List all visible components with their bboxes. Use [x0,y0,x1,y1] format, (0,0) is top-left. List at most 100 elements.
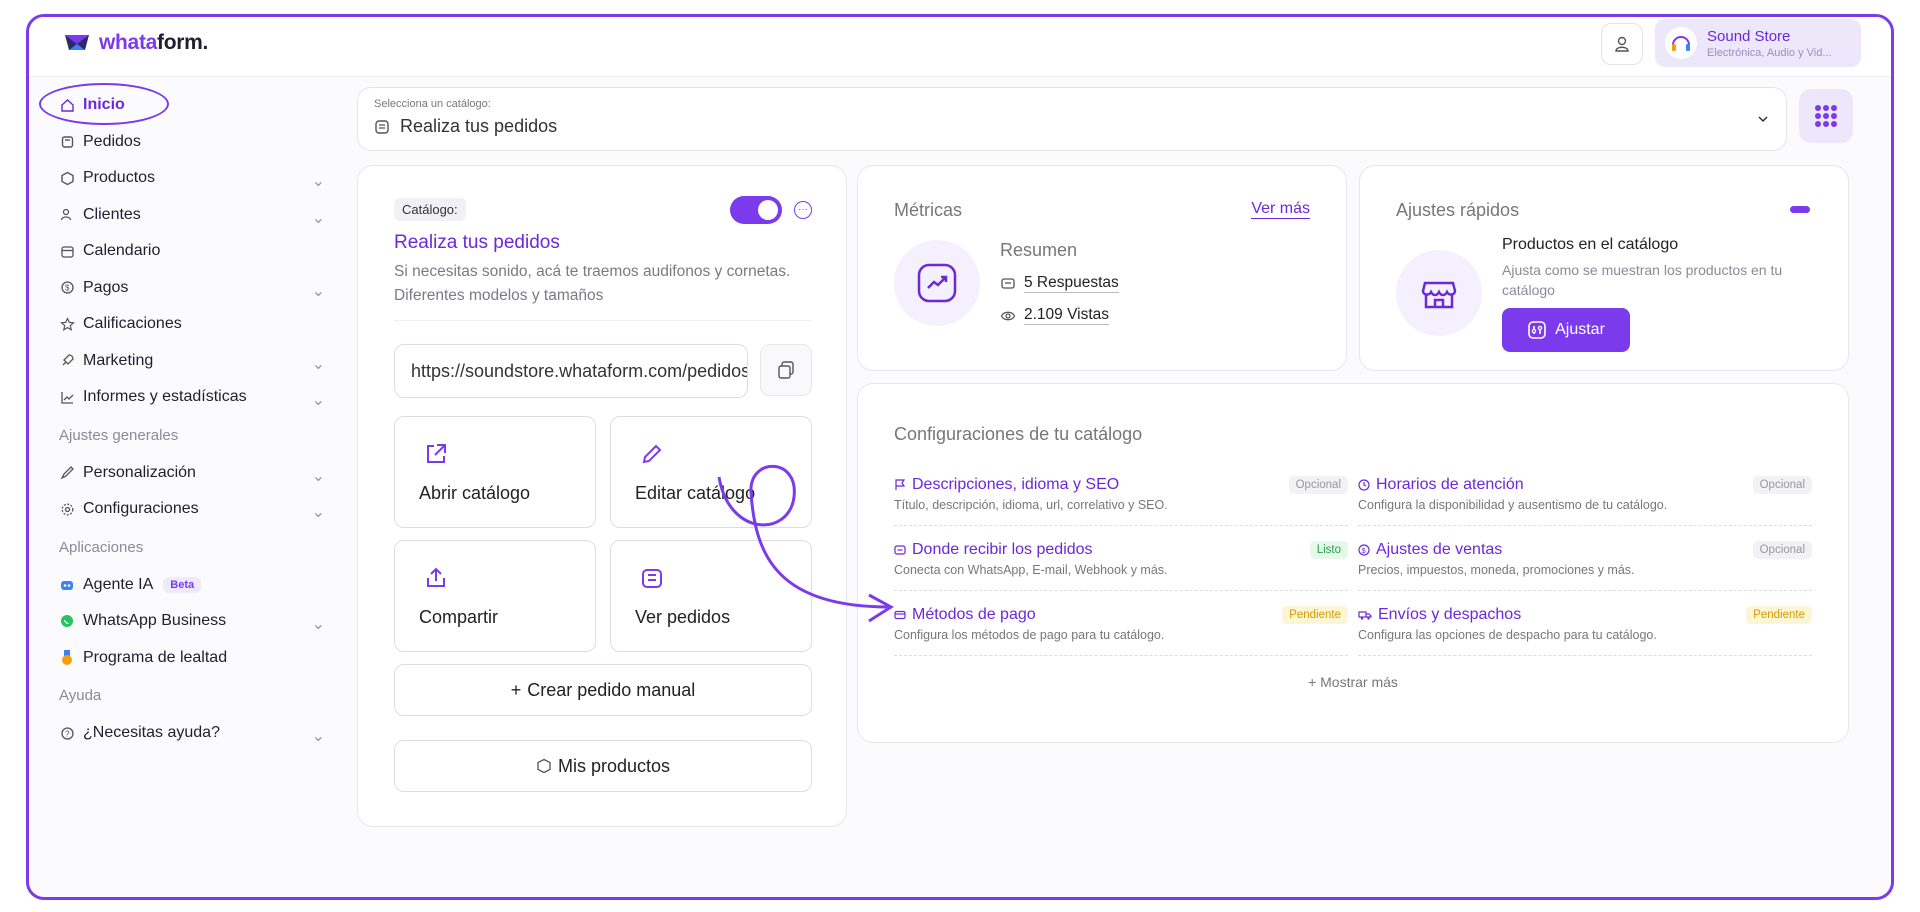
sidebar-item-lealtad[interactable]: Programa de lealtad [59,640,339,677]
bag-icon [59,134,75,150]
whatsapp-icon [59,613,75,629]
config-title: Configuraciones de tu catálogo [894,424,1143,444]
sidebar: Inicio Pedidos Productos ⌄ Clientes ⌄ Ca… [59,87,339,752]
chevron-down-icon[interactable]: ⌄ [312,390,325,410]
quick-item-description: Ajusta como se muestran los productos en… [1502,262,1783,298]
open-catalog-tile[interactable]: Abrir catálogo [394,416,596,528]
config-item-horarios[interactable]: Horarios de atención Configura la dispon… [1358,464,1812,526]
headphones-icon [1672,36,1690,51]
sidebar-item-whatsapp[interactable]: WhatsApp Business ⌄ [59,603,339,640]
summary-label: Resumen [1000,240,1078,260]
sidebar-item-label: Productos [83,169,156,187]
sidebar-item-ayuda[interactable]: ? ¿Necesitas ayuda? ⌄ [59,715,339,752]
chevron-down-icon[interactable]: ⌄ [312,614,325,634]
config-item-recibir[interactable]: Donde recibir los pedidos Conecta con Wh… [894,529,1348,591]
config-item-envios[interactable]: Envíos y despachos Configura las opcione… [1358,594,1812,656]
sidebar-item-informes[interactable]: Informes y estadísticas ⌄ [59,379,339,416]
status-badge: Pendiente [1282,606,1348,624]
sidebar-item-label: Agente IA [83,575,154,593]
store-name: Sound Store [1707,27,1791,45]
show-more-label: Mostrar más [1320,674,1398,690]
sidebar-item-agente-ia[interactable]: Agente IA Beta [59,567,339,604]
share-tile[interactable]: Compartir [394,540,596,652]
beta-badge: Beta [163,576,202,593]
config-item-seo[interactable]: Descripciones, idioma y SEO Título, desc… [894,464,1348,526]
config-item-ventas[interactable]: $ Ajustes de ventas Precios, impuestos, m… [1358,529,1812,591]
more-options-icon[interactable]: ··· [794,201,812,219]
line-chart-icon [59,389,75,405]
edit-catalog-tile[interactable]: Editar catálogo [610,416,812,528]
copy-url-button[interactable] [760,344,812,396]
catalog-card: Catálogo: ··· Realiza tus pedidos Si nec… [357,165,847,827]
sidebar-item-marketing[interactable]: Marketing ⌄ [59,343,339,380]
svg-text:$: $ [65,284,70,293]
config-item-pago[interactable]: Métodos de pago Configura los métodos de… [894,594,1348,656]
sidebar-item-configuraciones[interactable]: Configuraciones ⌄ [59,491,339,528]
adjust-label: Ajustar [1555,321,1605,338]
external-link-icon [427,444,446,463]
views-value: 2.109 Vistas [1024,306,1110,325]
sidebar-item-label: Inicio [83,96,125,114]
logo-icon [65,35,89,50]
calendar-icon [59,243,75,259]
sidebar-item-pedidos[interactable]: Pedidos [59,124,339,161]
plus-icon: + [510,679,522,700]
chevron-down-icon[interactable]: ⌄ [312,281,325,301]
home-icon [59,97,75,113]
create-order-button[interactable]: + Crear pedido manual [394,664,812,716]
sidebar-item-inicio[interactable]: Inicio [59,87,339,124]
user-button[interactable] [1601,23,1643,65]
apps-grid-button[interactable] [1799,89,1853,143]
catalog-toggle[interactable] [730,196,782,224]
logo-text-a: whata [99,31,158,54]
store-avatar [1665,27,1697,59]
catalog-selector[interactable]: Selecciona un catálogo: Realiza tus pedi… [357,87,1787,151]
metrics-icon-wrap [894,240,980,326]
top-bar: whataform. Sound Store Electrónica, Audi… [29,17,1891,77]
sidebar-item-productos[interactable]: Productos ⌄ [59,160,339,197]
config-item-desc: Título, descripción, idioma, url, correl… [894,498,1168,512]
sidebar-item-label: Informes y estadísticas [83,388,247,406]
views-row[interactable]: 2.109 Vistas [1000,306,1110,325]
store-switcher[interactable]: Sound Store Electrónica, Audio y Vid... [1655,19,1861,67]
store-icon [1421,281,1457,309]
sidebar-item-personalizacion[interactable]: Personalización ⌄ [59,455,339,492]
quick-settings-card: Ajustes rápidos Productos en el catálogo… [1359,165,1849,371]
logo[interactable]: whataform. [63,31,208,55]
status-badge: Opcional [1288,476,1348,494]
chevron-down-icon[interactable]: ⌄ [312,502,325,522]
robot-icon [59,577,75,593]
credit-card-icon [894,610,906,620]
box-icon [537,758,551,774]
config-item-desc: Precios, impuestos, moneda, promociones … [1358,563,1635,577]
svg-text:?: ? [65,729,70,738]
adjust-button[interactable]: Ajustar [1502,308,1630,352]
view-orders-tile[interactable]: Ver pedidos [610,540,812,652]
chevron-down-icon[interactable]: ⌄ [312,354,325,374]
my-products-button[interactable]: Mis productos [394,740,812,792]
config-item-desc: Conecta con WhatsApp, E-mail, Webhook y … [894,563,1168,577]
show-more-button[interactable]: + Mostrar más [858,674,1848,690]
coin-icon: $ [59,280,75,296]
chevron-down-icon[interactable]: ⌄ [312,208,325,228]
metrics-title: Métricas [894,200,963,220]
config-item-desc: Configura los métodos de pago para tu ca… [894,628,1165,642]
store-subtitle: Electrónica, Audio y Vid... [1707,46,1832,59]
see-more-link[interactable]: Ver más [1251,200,1310,219]
catalog-url-field[interactable]: https://soundstore.whataform.com/pedidos [394,344,748,398]
responses-value: 5 Respuestas [1024,274,1119,293]
responses-row[interactable]: 5 Respuestas [1000,274,1119,293]
config-item-title: Descripciones, idioma y SEO [912,476,1120,493]
chevron-down-icon[interactable]: ⌄ [312,726,325,746]
sidebar-item-calendario[interactable]: Calendario [59,233,339,270]
create-order-label: Crear pedido manual [527,679,696,700]
sidebar-item-calificaciones[interactable]: Calificaciones [59,306,339,343]
chevron-down-icon[interactable]: ⌄ [312,171,325,191]
sidebar-item-clientes[interactable]: Clientes ⌄ [59,197,339,234]
chevron-down-icon[interactable]: ⌄ [312,466,325,486]
sidebar-item-label: WhatsApp Business [83,612,227,630]
sidebar-item-pagos[interactable]: $ Pagos ⌄ [59,270,339,307]
collapse-icon[interactable] [1790,206,1810,213]
star-icon [59,316,75,332]
config-item-desc: Configura las opciones de despacho para … [1358,628,1657,642]
